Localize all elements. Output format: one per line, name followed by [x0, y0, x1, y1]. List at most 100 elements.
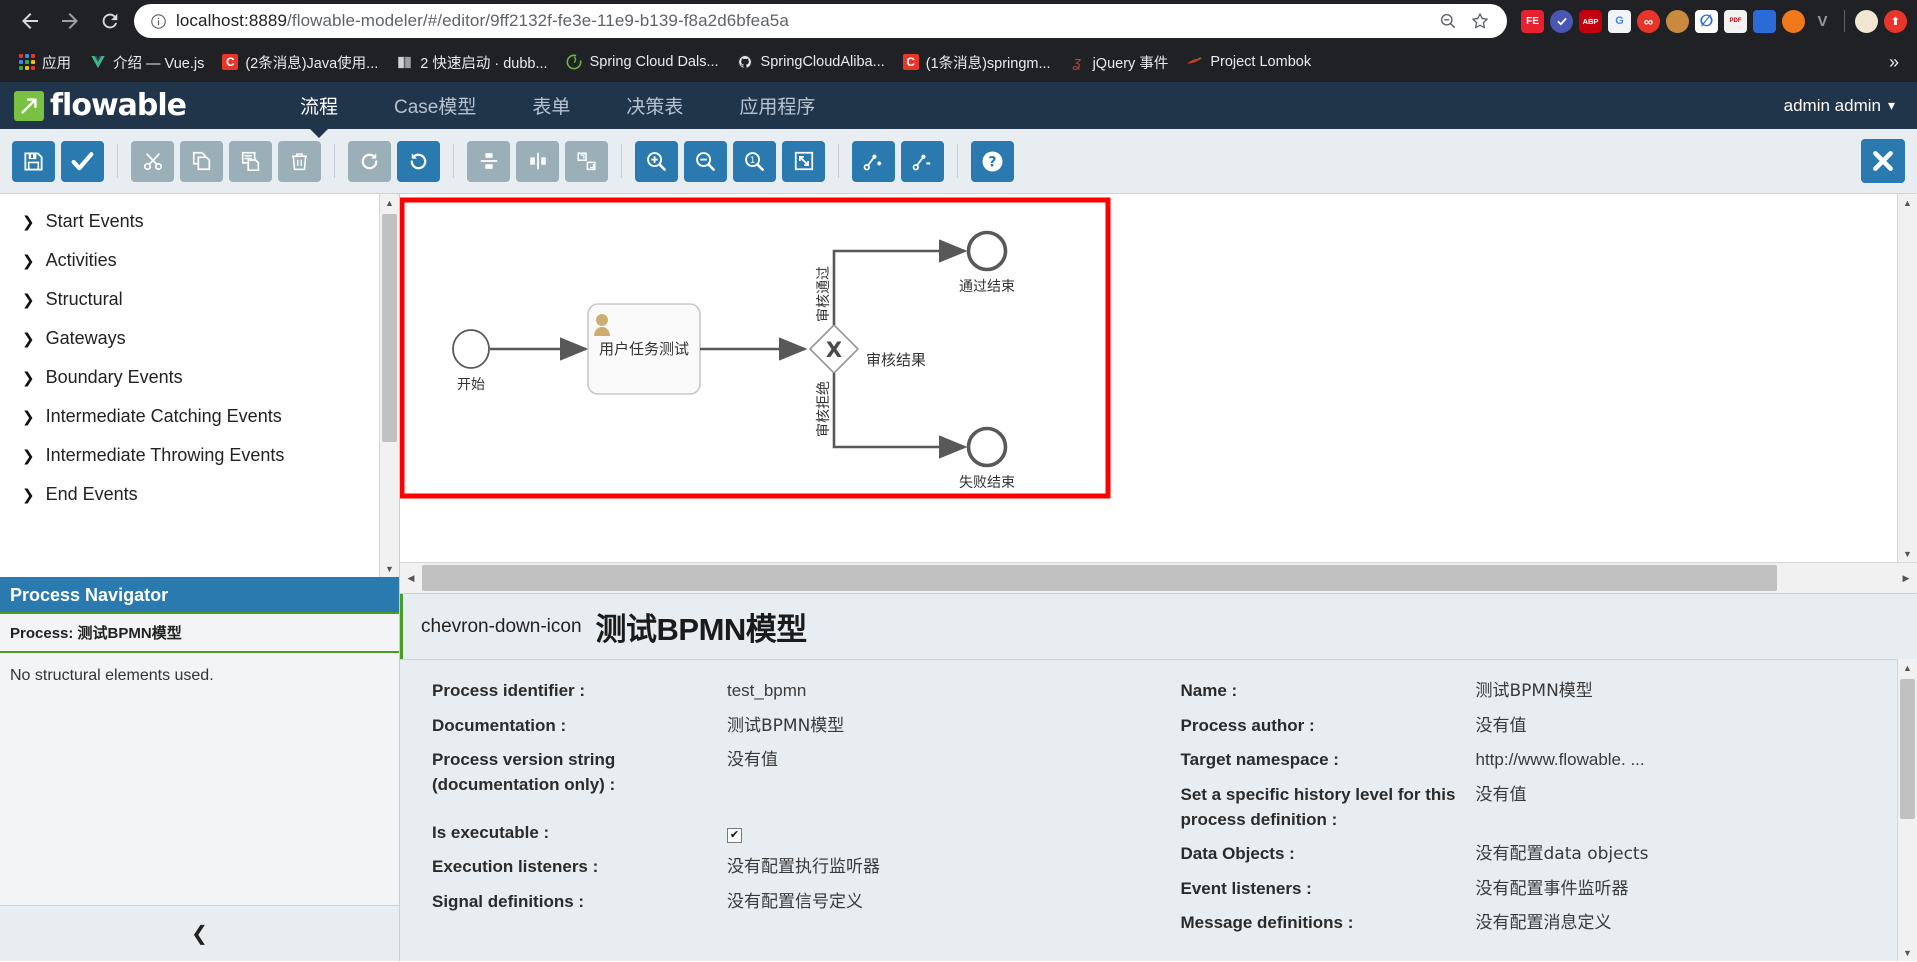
flow-gateway-reject[interactable]: [832, 373, 968, 459]
align-horizontal-button[interactable]: [516, 140, 559, 182]
end-event-fail[interactable]: [966, 426, 1008, 468]
palette-group-end-events[interactable]: ❯ End Events: [0, 475, 379, 514]
canvas-horizontal-scrollbar[interactable]: ◀ ▶: [400, 562, 1917, 594]
tab-forms[interactable]: 表单: [504, 82, 598, 129]
prop-value[interactable]: 没有值: [727, 748, 1149, 773]
is-executable-checkbox[interactable]: ✔: [727, 827, 742, 843]
flow-gateway-pass[interactable]: [832, 239, 968, 325]
tab-case-model[interactable]: Case模型: [366, 82, 504, 129]
properties-scrollbar[interactable]: ▲ ▼: [1897, 659, 1917, 961]
tab-decision-tables[interactable]: 决策表: [598, 82, 711, 129]
scroll-down-arrow-icon[interactable]: ▼: [380, 560, 399, 577]
remove-bendpoint-button[interactable]: [901, 140, 944, 182]
palette-group-start-events[interactable]: ❯ Start Events: [0, 202, 379, 241]
site-info-icon[interactable]: [148, 11, 168, 31]
bookmark-springcloudalibaba[interactable]: SpringCloudAliba...: [729, 50, 893, 75]
properties-header[interactable]: chevron-down-icon 测试BPMN模型: [400, 594, 1917, 659]
bookmarks-overflow-button[interactable]: »: [1881, 50, 1907, 75]
collapse-panel-button[interactable]: ❮: [0, 905, 399, 961]
scroll-up-arrow-icon[interactable]: ▲: [380, 194, 399, 211]
check-circle-extension-icon[interactable]: [1550, 9, 1573, 33]
scroll-left-arrow-icon[interactable]: ◀: [400, 573, 422, 584]
properties-scroll-thumb[interactable]: [1900, 679, 1915, 819]
back-button[interactable]: [10, 1, 50, 41]
prop-value[interactable]: 没有配置data objects: [1476, 842, 1898, 867]
prop-value[interactable]: 没有配置信号定义: [727, 890, 1149, 915]
same-size-button[interactable]: [565, 140, 608, 182]
bookmark-dubbo[interactable]: 2 快速启动 · dubb...: [388, 48, 555, 77]
end-event-pass[interactable]: [966, 230, 1008, 272]
palette-group-intermediate-catching-events[interactable]: ❯ Intermediate Catching Events: [0, 397, 379, 436]
forward-button[interactable]: [50, 1, 90, 41]
prop-value[interactable]: http://www.flowable. ...: [1476, 748, 1898, 773]
zoom-out-icon[interactable]: [1435, 8, 1461, 34]
v-extension-icon[interactable]: V: [1811, 10, 1834, 33]
pen-extension-icon[interactable]: ∅: [1695, 9, 1718, 33]
prop-value[interactable]: 没有值: [1476, 783, 1898, 808]
prop-value[interactable]: 测试BPMN模型: [1476, 679, 1898, 704]
align-vertical-button[interactable]: [467, 140, 510, 182]
prop-value[interactable]: 没有配置消息定义: [1476, 911, 1898, 936]
palette-group-gateways[interactable]: ❯ Gateways: [0, 319, 379, 358]
add-bendpoint-button[interactable]: [852, 140, 895, 182]
bookmark-apps[interactable]: 应用: [10, 48, 79, 77]
flowable-logo[interactable]: flowable: [0, 88, 272, 123]
zoom-fit-button[interactable]: [782, 140, 825, 182]
bookmark-csdn-java[interactable]: C (2条消息)Java使用...: [214, 48, 386, 77]
zoom-in-button[interactable]: [635, 140, 678, 182]
hscroll-thumb[interactable]: [422, 565, 1778, 591]
monkey-extension-icon[interactable]: [1666, 9, 1689, 33]
help-button[interactable]: ?: [971, 140, 1014, 182]
hscroll-track[interactable]: [422, 562, 1895, 594]
bpmn-canvas[interactable]: 开始 用户任务测试 X 审核结果 审核通过 审核拒绝 通过结束 失败结束: [400, 194, 1897, 562]
zoom-actual-button[interactable]: 1: [733, 140, 776, 182]
adblock-plus-extension-icon[interactable]: ABP: [1579, 9, 1602, 33]
orange-dot-extension-icon[interactable]: [1782, 9, 1805, 33]
start-event[interactable]: [452, 329, 490, 369]
profile-avatar[interactable]: [1855, 9, 1878, 33]
palette-scroll-thumb[interactable]: [382, 214, 397, 442]
google-translate-extension-icon[interactable]: G: [1608, 9, 1631, 33]
bookmark-jquery[interactable]: ʓ jQuery 事件: [1061, 48, 1177, 77]
delete-button[interactable]: [278, 140, 321, 182]
infinity-extension-icon[interactable]: ∞: [1637, 9, 1660, 33]
tab-process[interactable]: 流程: [272, 82, 366, 129]
zoom-out-button[interactable]: [684, 140, 727, 182]
palette-group-intermediate-throwing-events[interactable]: ❯ Intermediate Throwing Events: [0, 436, 379, 475]
palette-group-boundary-events[interactable]: ❯ Boundary Events: [0, 358, 379, 397]
redo-button[interactable]: [348, 140, 391, 182]
prop-value[interactable]: test_bpmn: [727, 679, 1149, 704]
prop-value[interactable]: 没有值: [1476, 714, 1898, 739]
process-navigator-process[interactable]: Process: 测试BPMN模型: [0, 612, 399, 653]
user-menu[interactable]: admin admin ▾: [1784, 96, 1917, 116]
palette-group-activities[interactable]: ❯ Activities: [0, 241, 379, 280]
scroll-down-arrow-icon[interactable]: ▼: [1898, 545, 1917, 562]
prop-value[interactable]: 没有配置执行监听器: [727, 855, 1149, 880]
bookmark-lombok[interactable]: Project Lombok: [1178, 50, 1319, 75]
undo-button[interactable]: [397, 140, 440, 182]
scroll-down-arrow-icon[interactable]: ▼: [1898, 944, 1917, 961]
tab-apps[interactable]: 应用程序: [711, 82, 843, 129]
prop-value[interactable]: 测试BPMN模型: [727, 714, 1149, 739]
validate-button[interactable]: [61, 140, 104, 182]
close-editor-button[interactable]: [1861, 139, 1905, 183]
scroll-up-arrow-icon[interactable]: ▲: [1898, 659, 1917, 676]
bookmark-vuejs[interactable]: 介绍 — Vue.js: [81, 48, 212, 77]
palette-scrollbar[interactable]: ▲ ▼: [379, 194, 399, 577]
scroll-up-arrow-icon[interactable]: ▲: [1898, 194, 1917, 211]
prop-value[interactable]: 没有配置事件监听器: [1476, 877, 1898, 902]
reload-button[interactable]: [90, 1, 130, 41]
bookmark-star-icon[interactable]: [1467, 8, 1493, 34]
paste-button[interactable]: [229, 140, 272, 182]
window-extension-icon[interactable]: [1753, 9, 1776, 33]
fe-extension-icon[interactable]: FE: [1521, 9, 1544, 33]
cut-button[interactable]: [131, 140, 174, 182]
bookmark-spring-cloud[interactable]: Spring Cloud Dals...: [558, 50, 727, 75]
save-button[interactable]: [12, 140, 55, 182]
canvas-vertical-scrollbar[interactable]: ▲ ▼: [1897, 194, 1917, 562]
palette-group-structural[interactable]: ❯ Structural: [0, 280, 379, 319]
update-extension-icon[interactable]: ⬆: [1884, 9, 1907, 33]
address-bar[interactable]: localhost:8889/flowable-modeler/#/editor…: [134, 4, 1507, 38]
bpmn-diagram[interactable]: 开始 用户任务测试 X 审核结果 审核通过 审核拒绝 通过结束 失败结束: [400, 194, 1897, 562]
scroll-right-arrow-icon[interactable]: ▶: [1895, 573, 1917, 584]
